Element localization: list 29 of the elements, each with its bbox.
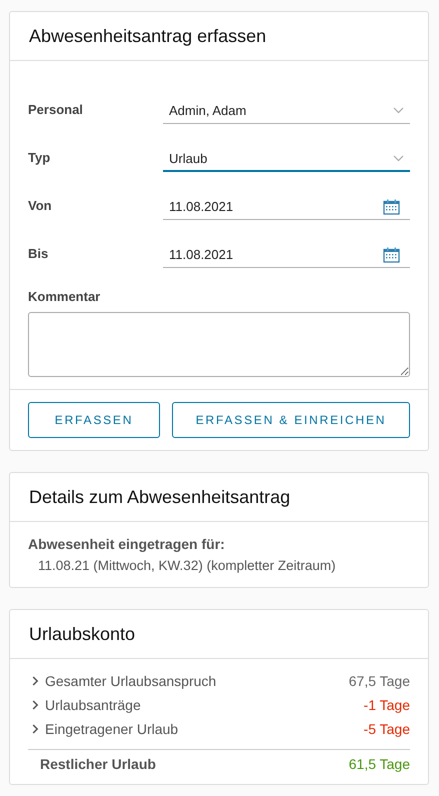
- days-value: -5 Tage: [364, 721, 410, 737]
- select-field[interactable]: Admin, Adam: [163, 94, 410, 124]
- date-field[interactable]: 11.08.2021: [163, 238, 410, 268]
- calendar-icon: [383, 198, 400, 214]
- total-value: 61,5 Tage: [348, 756, 410, 772]
- expandable-row-label[interactable]: Urlaubsanträge: [28, 697, 141, 713]
- days-value: -1 Tage: [364, 697, 410, 713]
- expandable-row-label[interactable]: Eingetragener Urlaub: [28, 721, 178, 737]
- field-label: Personal: [28, 102, 84, 116]
- field-label: Bis: [28, 246, 50, 260]
- total-label: Restlicher Urlaub: [39, 756, 156, 772]
- days-value: 67,5 Tage: [348, 673, 410, 689]
- select-field[interactable]: Urlaub: [163, 142, 410, 172]
- expandable-row-label[interactable]: Gesamter Urlaubsanspruch: [28, 673, 216, 689]
- field-label: Kommentar: [28, 289, 100, 304]
- details-heading: Abwesenheit eingetragen für:: [28, 536, 226, 552]
- date-field[interactable]: 11.08.2021: [163, 190, 410, 220]
- card-title: Urlaubskonto: [29, 624, 136, 645]
- field-label: Typ: [28, 150, 52, 164]
- chevron-down-icon: [393, 107, 404, 114]
- comment-field[interactable]: [28, 312, 410, 377]
- submit-button[interactable]: ERFASSEN: [28, 402, 160, 438]
- chevron-down-icon: [393, 154, 404, 162]
- card-title: Details zum Abwesenheitsantrag: [29, 487, 290, 508]
- details-text: 11.08.21 (Mittwoch, KW.32) (kompletter Zeitraum): [37, 558, 337, 573]
- calendar-icon: [383, 246, 400, 262]
- submit-button[interactable]: ERFASSEN & EINREICHEN: [172, 402, 410, 438]
- field-label: Von: [28, 198, 53, 212]
- card-title: Abwesenheitsantrag erfassen: [29, 26, 266, 47]
